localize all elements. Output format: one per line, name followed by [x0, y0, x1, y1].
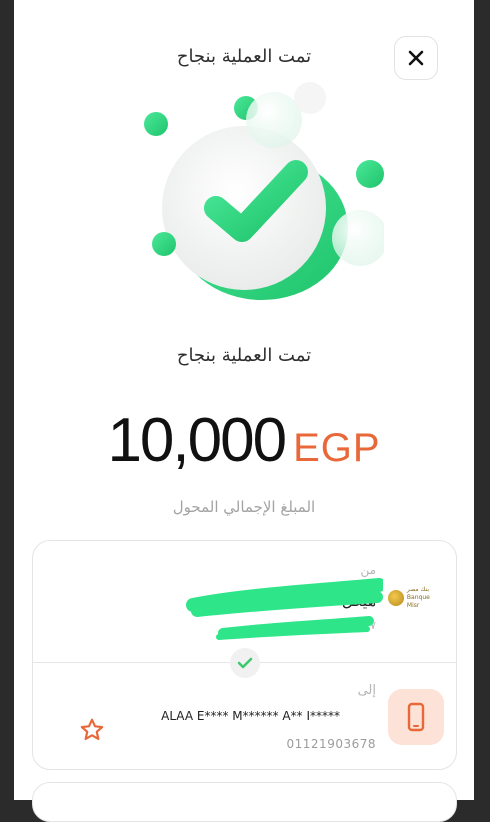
transfer-check-badge — [230, 648, 260, 678]
check-icon — [237, 657, 253, 669]
close-icon — [408, 50, 424, 66]
amount-currency: EGP — [293, 426, 381, 470]
recipient-phone: 01121903678 — [286, 737, 376, 751]
bank-logo-emblem — [388, 590, 404, 606]
bank-logo-text-en: Banque Misr — [406, 594, 430, 609]
phone-icon — [407, 702, 425, 732]
success-illustration — [144, 82, 384, 300]
amount-value: 10,000 — [107, 406, 287, 475]
recipient-name: ALAA E**** M****** A** I***** — [161, 709, 340, 723]
amount-label: المبلغ الإجمالي المحول — [172, 498, 316, 516]
transfer-details-card: من بنك مصر Banque Misr هيكل ٢٠١٧ إلى ALA… — [32, 540, 457, 770]
close-button[interactable] — [394, 36, 438, 80]
success-title: تمت العملية بنجاح — [176, 345, 312, 366]
bank-logo: بنك مصر Banque Misr — [388, 585, 444, 611]
to-label: إلى — [357, 683, 376, 698]
bank-logo-text-ar: بنك مصر — [406, 586, 430, 593]
star-icon — [80, 718, 104, 741]
success-sheet: تمت العملية بنجاح تمت العملية بنجاح 10,0… — [14, 0, 474, 822]
amount-row: 10,000 EGP — [14, 405, 474, 476]
recipient-phone-avatar — [388, 689, 444, 745]
favorite-button[interactable] — [77, 715, 107, 745]
redaction-scribble — [186, 578, 383, 640]
secondary-card — [32, 782, 457, 822]
